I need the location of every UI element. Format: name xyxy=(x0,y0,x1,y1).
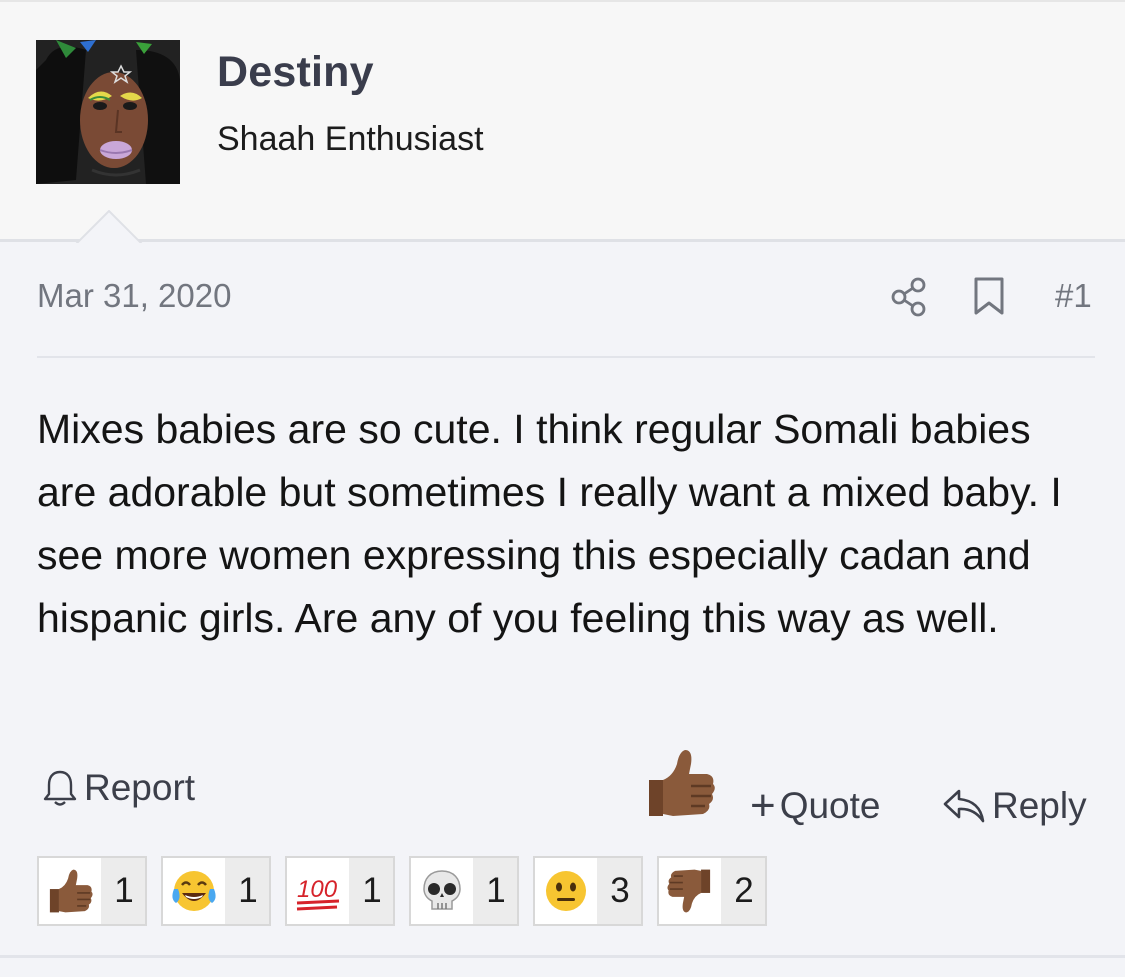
reaction-hundred-points[interactable]: 100 1 xyxy=(285,856,395,926)
avatar[interactable] xyxy=(36,40,180,184)
share-icon[interactable] xyxy=(890,277,928,317)
reaction-count: 1 xyxy=(238,871,258,910)
forum-post: Destiny Shaah Enthusiast Mar 31, 2020 #1… xyxy=(0,0,1125,977)
post-number-link[interactable]: #1 xyxy=(1055,277,1092,315)
report-label: Report xyxy=(84,767,196,808)
reply-arrow-icon xyxy=(943,789,985,823)
neutral-face-icon xyxy=(546,871,586,911)
reply-label: Reply xyxy=(992,785,1087,826)
tears-of-joy-icon xyxy=(172,871,216,911)
username[interactable]: Destiny xyxy=(217,48,374,97)
emoji-cell xyxy=(659,858,721,924)
message-pointer xyxy=(74,210,144,246)
like-button[interactable] xyxy=(643,746,717,820)
bell-icon xyxy=(43,770,77,806)
user-title: Shaah Enthusiast xyxy=(217,120,484,158)
post-bottom-border xyxy=(0,955,1125,958)
emoji-cell xyxy=(163,858,225,924)
reaction-thumbs-down[interactable]: 2 xyxy=(657,856,767,926)
emoji-cell xyxy=(411,858,473,924)
emoji-cell xyxy=(535,858,597,924)
reaction-count: 1 xyxy=(362,871,382,910)
plus-icon: + xyxy=(750,781,776,830)
emoji-cell xyxy=(39,858,101,924)
reaction-count: 3 xyxy=(610,871,630,910)
reaction-count: 1 xyxy=(114,871,134,910)
bookmark-icon[interactable] xyxy=(973,276,1005,316)
divider xyxy=(37,356,1095,358)
emoji-cell: 100 xyxy=(287,858,349,924)
thumbs-down-icon xyxy=(667,869,711,913)
reaction-thumbs-up[interactable]: 1 xyxy=(37,856,147,926)
reaction-neutral-face[interactable]: 3 xyxy=(533,856,643,926)
thumbs-up-icon xyxy=(49,869,93,913)
post-date[interactable]: Mar 31, 2020 xyxy=(37,277,231,315)
report-button[interactable]: Report xyxy=(42,766,195,810)
quote-label: Quote xyxy=(779,785,881,826)
post-body-text: Mixes babies are so cute. I think regula… xyxy=(37,406,1062,641)
thumbs-up-icon xyxy=(649,750,715,816)
reaction-skull[interactable]: 1 xyxy=(409,856,519,926)
reaction-count: 2 xyxy=(734,871,754,910)
post-author-header: Destiny Shaah Enthusiast xyxy=(0,0,1125,246)
quote-button[interactable]: + Quote xyxy=(750,783,881,829)
skull-icon xyxy=(423,870,461,910)
hundred-points-icon: 100 xyxy=(296,876,340,911)
svg-text:100: 100 xyxy=(297,876,338,903)
reply-button[interactable]: Reply xyxy=(942,783,1087,829)
reaction-count: 1 xyxy=(486,871,506,910)
reaction-tears-of-joy[interactable]: 1 xyxy=(161,856,271,926)
